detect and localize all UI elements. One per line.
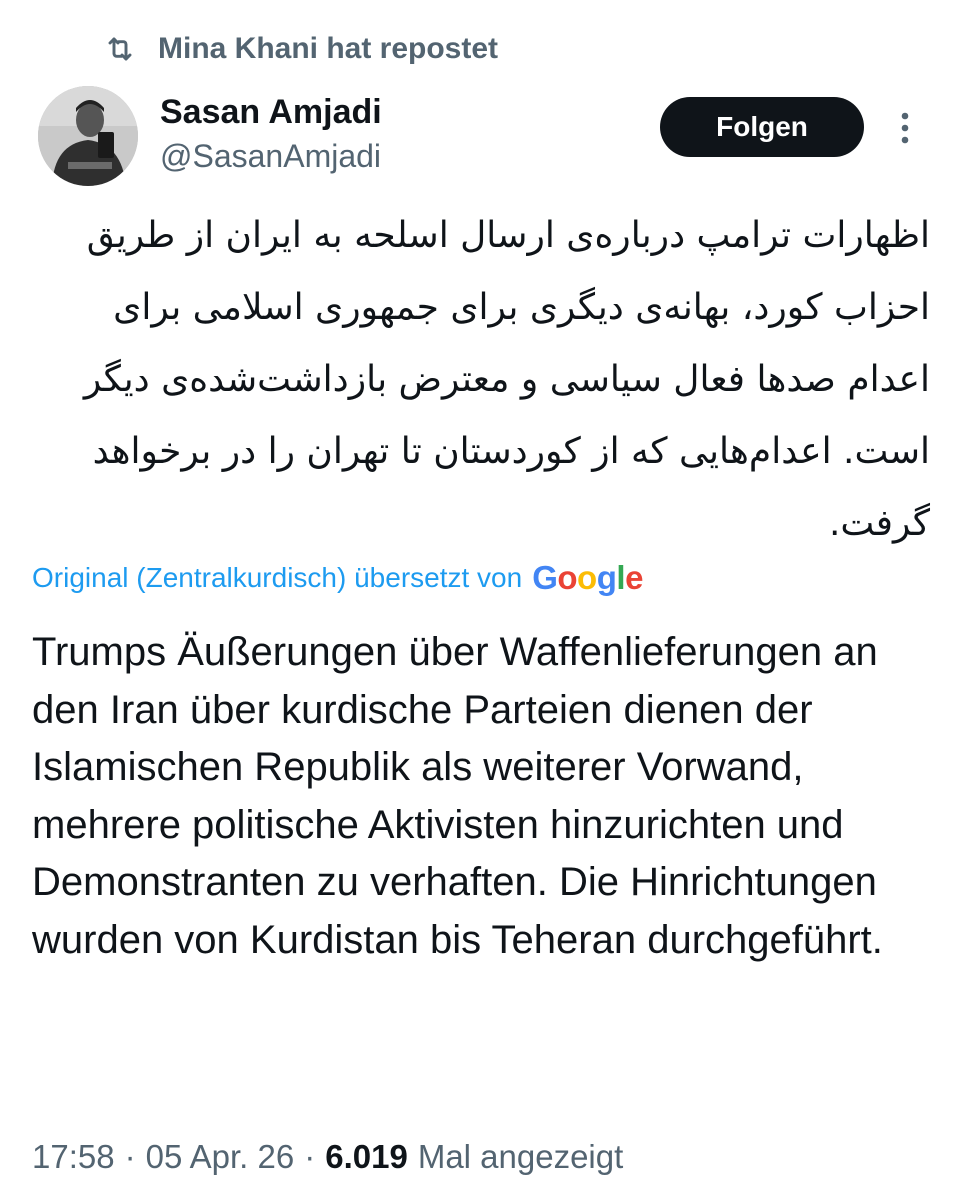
post-meta: 17:58 · 05 Apr. 26 · 6.019 Mal angezeigt	[32, 1134, 623, 1180]
more-vertical-icon	[901, 112, 909, 144]
author-name[interactable]: Sasan Amjadi	[160, 92, 382, 132]
avatar-photo	[38, 86, 138, 186]
author-block: Sasan Amjadi @SasanAmjadi	[160, 92, 382, 176]
meta-separator: ·	[304, 1138, 316, 1175]
meta-separator: ·	[124, 1138, 136, 1175]
repost-icon	[104, 33, 136, 65]
post-date[interactable]: 05 Apr. 26	[146, 1138, 295, 1176]
views-label: Mal angezeigt	[417, 1138, 624, 1175]
repost-indicator[interactable]: Mina Khani hat repostet	[104, 28, 498, 70]
post-original-text: اظهارات ترامپ درباره‌ی ارسال اسلحه به ای…	[83, 215, 930, 544]
post-time[interactable]: 17:58	[32, 1138, 115, 1176]
author-handle[interactable]: @SasanAmjadi	[160, 136, 382, 176]
google-logo: Google	[532, 559, 643, 596]
avatar[interactable]	[38, 86, 138, 186]
repost-text: Mina Khani hat repostet	[158, 32, 499, 65]
translation-attribution: Original (Zentralkurdisch) übersetzt von…	[32, 556, 643, 600]
translation-note[interactable]: Original (Zentralkurdisch) übersetzt von	[32, 562, 522, 594]
views-count[interactable]: 6.019	[325, 1138, 408, 1176]
post-translated-text: Trumps Äußerungen über Waffenlieferungen…	[32, 630, 883, 962]
follow-button[interactable]: Folgen	[660, 97, 864, 157]
more-options-button[interactable]	[890, 110, 920, 146]
